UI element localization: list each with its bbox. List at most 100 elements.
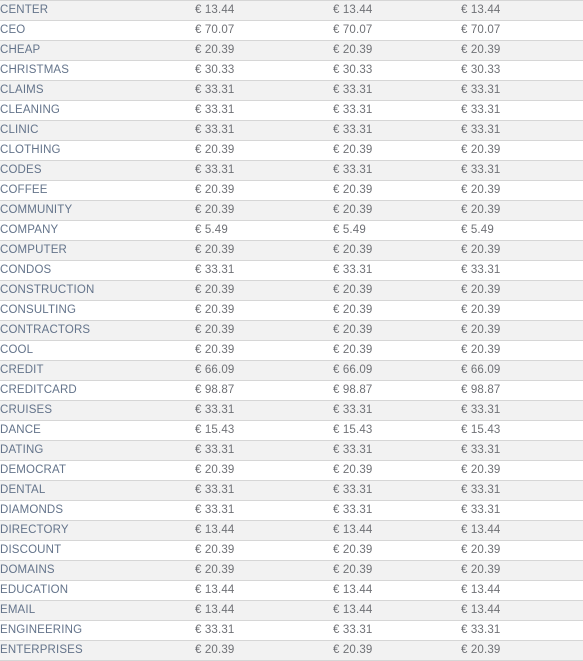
table-row[interactable]: CLAIMS € 33.31 € 33.31 € 33.31 <box>0 80 583 101</box>
table-row[interactable]: DENTAL € 33.31 € 33.31 € 33.31 <box>0 480 583 501</box>
table-row[interactable]: CREDIT € 66.09 € 66.09 € 66.09 <box>0 360 583 381</box>
tld-label: COOL <box>0 344 34 356</box>
tld-name-cell: EMAIL <box>0 600 195 621</box>
tld-label: DIAMONDS <box>0 504 64 516</box>
tld-label: EDUCATION <box>0 584 69 596</box>
price-cell-1: € 30.33 <box>195 60 333 81</box>
price-cell-3: € 30.33 <box>461 60 583 81</box>
price-label: € 20.39 <box>333 644 373 656</box>
price-cell-1: € 33.31 <box>195 440 333 461</box>
price-label: € 33.31 <box>461 84 501 96</box>
table-row[interactable]: CLINIC € 33.31 € 33.31 € 33.31 <box>0 120 583 141</box>
table-row[interactable]: EMAIL € 13.44 € 13.44 € 13.44 <box>0 600 583 621</box>
tld-label: DOMAINS <box>0 564 55 576</box>
price-cell-2: € 13.44 <box>333 520 461 541</box>
price-cell-2: € 33.31 <box>333 100 461 121</box>
price-cell-2: € 33.31 <box>333 480 461 501</box>
table-row[interactable]: CLOTHING € 20.39 € 20.39 € 20.39 <box>0 140 583 161</box>
table-row[interactable]: CHEAP € 20.39 € 20.39 € 20.39 <box>0 40 583 61</box>
table-row[interactable]: COMMUNITY € 20.39 € 20.39 € 20.39 <box>0 200 583 221</box>
price-cell-1: € 33.31 <box>195 160 333 181</box>
price-cell-3: € 13.44 <box>461 0 583 21</box>
table-row[interactable]: CEO € 70.07 € 70.07 € 70.07 <box>0 20 583 41</box>
price-label: € 33.31 <box>333 164 373 176</box>
price-cell-2: € 13.44 <box>333 0 461 21</box>
table-row[interactable]: DANCE € 15.43 € 15.43 € 15.43 <box>0 420 583 441</box>
price-cell-3: € 20.39 <box>461 640 583 661</box>
tld-name-cell: DANCE <box>0 420 195 441</box>
price-label: € 13.44 <box>461 524 501 536</box>
price-label: € 13.44 <box>333 584 373 596</box>
table-row[interactable]: DIRECTORY € 13.44 € 13.44 € 13.44 <box>0 520 583 541</box>
price-cell-2: € 20.39 <box>333 240 461 261</box>
table-row[interactable]: DISCOUNT € 20.39 € 20.39 € 20.39 <box>0 540 583 561</box>
price-cell-2: € 20.39 <box>333 560 461 581</box>
tld-name-cell: CRUISES <box>0 400 195 421</box>
price-cell-2: € 20.39 <box>333 40 461 61</box>
price-label: € 33.31 <box>333 104 373 116</box>
table-row[interactable]: CHRISTMAS € 30.33 € 30.33 € 30.33 <box>0 60 583 81</box>
tld-name-cell: EDUCATION <box>0 580 195 601</box>
price-label: € 33.31 <box>333 624 373 636</box>
table-row[interactable]: COFFEE € 20.39 € 20.39 € 20.39 <box>0 180 583 201</box>
price-cell-2: € 33.31 <box>333 160 461 181</box>
price-cell-2: € 33.31 <box>333 120 461 141</box>
price-cell-1: € 13.44 <box>195 580 333 601</box>
table-row[interactable]: ENTERPRISES € 20.39 € 20.39 € 20.39 <box>0 640 583 661</box>
table-row[interactable]: CONTRACTORS € 20.39 € 20.39 € 20.39 <box>0 320 583 341</box>
price-cell-2: € 20.39 <box>333 200 461 221</box>
price-cell-3: € 33.31 <box>461 100 583 121</box>
table-row[interactable]: EDUCATION € 13.44 € 13.44 € 13.44 <box>0 580 583 601</box>
price-label: € 33.31 <box>195 264 235 276</box>
price-cell-2: € 66.09 <box>333 360 461 381</box>
table-row[interactable]: DIAMONDS € 33.31 € 33.31 € 33.31 <box>0 500 583 521</box>
price-label: € 13.44 <box>461 604 501 616</box>
table-row[interactable]: CODES € 33.31 € 33.31 € 33.31 <box>0 160 583 181</box>
tld-label: CLINIC <box>0 124 39 136</box>
price-label: € 98.87 <box>461 384 501 396</box>
tld-name-cell: CEO <box>0 20 195 41</box>
price-cell-2: € 13.44 <box>333 600 461 621</box>
price-label: € 20.39 <box>195 144 235 156</box>
price-label: € 70.07 <box>333 24 373 36</box>
table-row[interactable]: DATING € 33.31 € 33.31 € 33.31 <box>0 440 583 461</box>
table-row[interactable]: COMPUTER € 20.39 € 20.39 € 20.39 <box>0 240 583 261</box>
price-cell-2: € 20.39 <box>333 320 461 341</box>
price-cell-1: € 66.09 <box>195 360 333 381</box>
table-row[interactable]: COOL € 20.39 € 20.39 € 20.39 <box>0 340 583 361</box>
price-label: € 70.07 <box>195 24 235 36</box>
price-label: € 98.87 <box>333 384 373 396</box>
tld-name-cell: COOL <box>0 340 195 361</box>
tld-name-cell: DEMOCRAT <box>0 460 195 481</box>
tld-name-cell: DOMAINS <box>0 560 195 581</box>
table-row[interactable]: CREDITCARD € 98.87 € 98.87 € 98.87 <box>0 380 583 401</box>
price-cell-3: € 33.31 <box>461 400 583 421</box>
tld-label: CREDIT <box>0 364 44 376</box>
price-cell-3: € 20.39 <box>461 200 583 221</box>
price-label: € 30.33 <box>195 64 235 76</box>
price-label: € 20.39 <box>333 304 373 316</box>
table-row[interactable]: CONSTRUCTION € 20.39 € 20.39 € 20.39 <box>0 280 583 301</box>
tld-label: DATING <box>0 444 44 456</box>
tld-name-cell: DENTAL <box>0 480 195 501</box>
price-label: € 33.31 <box>461 264 501 276</box>
table-row[interactable]: CENTER € 13.44 € 13.44 € 13.44 <box>0 0 583 21</box>
price-cell-1: € 20.39 <box>195 240 333 261</box>
price-label: € 33.31 <box>333 404 373 416</box>
tld-label: CRUISES <box>0 404 53 416</box>
tld-name-cell: ENGINEERING <box>0 620 195 641</box>
tld-name-cell: CLOTHING <box>0 140 195 161</box>
table-row[interactable]: DEMOCRAT € 20.39 € 20.39 € 20.39 <box>0 460 583 481</box>
price-cell-1: € 5.49 <box>195 220 333 241</box>
price-label: € 20.39 <box>333 284 373 296</box>
tld-label: DIRECTORY <box>0 524 69 536</box>
table-row[interactable]: CLEANING € 33.31 € 33.31 € 33.31 <box>0 100 583 121</box>
table-row[interactable]: CONDOS € 33.31 € 33.31 € 33.31 <box>0 260 583 281</box>
price-label: € 13.44 <box>461 4 501 16</box>
tld-label: CEO <box>0 24 26 36</box>
table-row[interactable]: ENGINEERING € 33.31 € 33.31 € 33.31 <box>0 620 583 641</box>
table-row[interactable]: COMPANY € 5.49 € 5.49 € 5.49 <box>0 220 583 241</box>
table-row[interactable]: CRUISES € 33.31 € 33.31 € 33.31 <box>0 400 583 421</box>
table-row[interactable]: DOMAINS € 20.39 € 20.39 € 20.39 <box>0 560 583 581</box>
table-row[interactable]: CONSULTING € 20.39 € 20.39 € 20.39 <box>0 300 583 321</box>
